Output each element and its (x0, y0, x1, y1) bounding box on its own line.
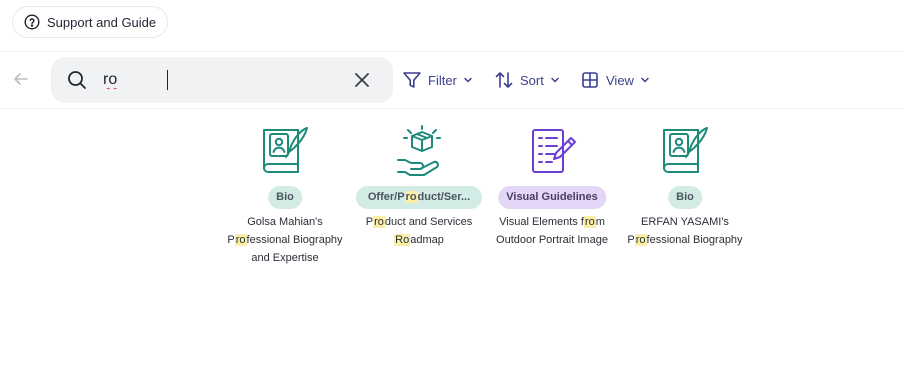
search-highlight: Ro (394, 234, 411, 246)
filter-label: Filter (428, 72, 457, 88)
search-highlight: ro (583, 216, 596, 228)
chevron-down-icon (464, 77, 472, 83)
card-title: ERFAN YASAMI's Professional Biography (627, 216, 743, 246)
search-highlight: ro (634, 234, 647, 246)
category-tag: Visual Guidelines (498, 186, 606, 209)
card-title: Product and Services Roadmap (365, 216, 473, 246)
sort-button[interactable]: Sort (494, 66, 560, 94)
result-card[interactable]: Bio Golsa Mahian's Professional Biograph… (218, 120, 352, 270)
view-button[interactable]: View (580, 66, 650, 94)
search-icon (68, 71, 86, 89)
filter-funnel-icon (403, 72, 421, 88)
card-title: Golsa Mahian's Professional Biography an… (227, 216, 343, 264)
clear-search-icon[interactable] (354, 72, 370, 88)
view-label: View (606, 72, 634, 88)
result-card[interactable]: Offer/Product/Ser... Product and Service… (352, 120, 486, 270)
text-caret (167, 70, 168, 90)
sort-arrows-icon (495, 72, 513, 88)
search-box[interactable] (51, 57, 393, 103)
support-guide-button[interactable]: Support and Guide (12, 6, 168, 38)
support-guide-label: Support and Guide (47, 14, 157, 30)
guidelines-checklist-pencil-icon (532, 129, 576, 173)
search-input[interactable] (103, 68, 333, 92)
biography-book-pen-icon (263, 127, 308, 173)
result-card[interactable]: Visual Guidelines Visual Elements from O… (485, 120, 619, 270)
search-highlight: ro (404, 191, 418, 203)
card-title: Visual Elements from Outdoor Portrait Im… (496, 216, 608, 246)
category-tag: Bio (268, 186, 302, 209)
product-box-hand-icon (397, 125, 441, 176)
divider (0, 108, 904, 109)
back-arrow-icon[interactable] (12, 70, 30, 88)
results-grid: Bio Golsa Mahian's Professional Biograph… (0, 120, 904, 360)
biography-book-pen-icon (663, 127, 708, 173)
filter-button[interactable]: Filter (402, 66, 473, 94)
sort-label: Sort (520, 72, 544, 88)
chevron-down-icon (641, 77, 649, 83)
result-card[interactable]: Bio ERFAN YASAMI's Professional Biograph… (618, 120, 752, 270)
divider (0, 51, 904, 52)
help-circle-icon (24, 14, 40, 30)
category-tag: Offer/Product/Ser... (356, 186, 482, 209)
search-highlight: ro (373, 216, 385, 228)
category-tag: Bio (668, 186, 702, 209)
search-highlight: ro (234, 234, 247, 246)
grid-view-icon (582, 72, 598, 88)
chevron-down-icon (551, 77, 559, 83)
